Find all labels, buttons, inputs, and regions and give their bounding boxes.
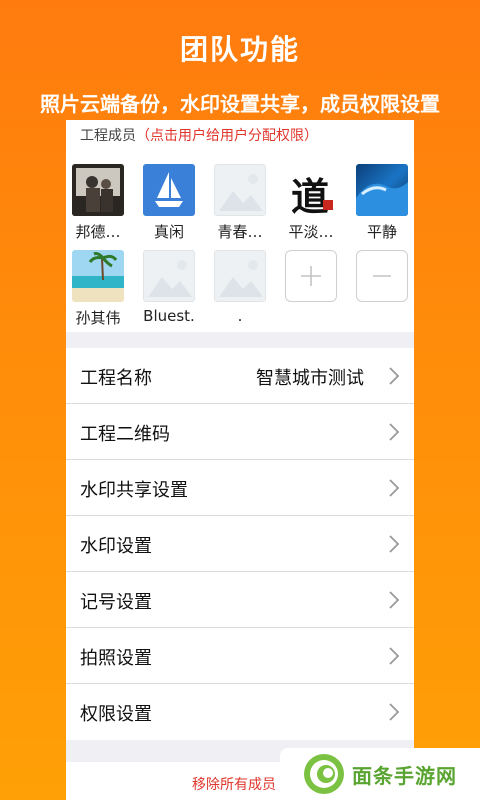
member-item[interactable]: 孙其伟	[70, 250, 126, 328]
avatar	[72, 250, 124, 302]
site-watermark-text: 面条手游网	[352, 764, 457, 788]
red-seal-icon	[323, 200, 333, 210]
chevron-right-icon	[389, 703, 400, 721]
avatar	[356, 164, 408, 216]
member-name: .	[237, 307, 243, 325]
minus-icon	[356, 250, 408, 302]
beach-image	[72, 250, 124, 302]
chevron-right-icon	[389, 591, 400, 609]
portrait-image	[72, 164, 124, 216]
chevron-right-icon	[389, 535, 400, 553]
image-placeholder-icon	[219, 260, 263, 297]
row-label: 记号设置	[80, 592, 152, 613]
member-item[interactable]: 邦德…	[70, 164, 126, 242]
app-screen: 工程成员（点击用户给用户分配权限） 邦德… 真闲 青春… 道 平淡… 平静 孙其…	[66, 120, 414, 800]
chevron-right-icon	[389, 479, 400, 497]
member-name: 真闲	[153, 223, 184, 241]
members-header-hint: （点击用户给用户分配权限）	[136, 128, 318, 144]
member-item[interactable]: 平静	[354, 164, 410, 242]
avatar	[143, 164, 195, 216]
image-placeholder-icon	[219, 174, 263, 211]
chevron-right-icon	[389, 367, 400, 385]
remove-all-button[interactable]: 移除所有成员	[192, 774, 276, 794]
chevron-right-icon	[389, 423, 400, 441]
avatar-placeholder	[214, 164, 266, 216]
member-name: Bluest.	[143, 307, 195, 325]
chevron-right-icon	[389, 647, 400, 665]
site-logo-icon	[304, 754, 344, 794]
members-header: 工程成员（点击用户给用户分配权限）	[80, 125, 318, 145]
row-label: 工程名称	[80, 368, 152, 389]
settings-row-project-name[interactable]: 工程名称 智慧城市测试	[66, 348, 414, 404]
settings-row-watermark[interactable]: 水印设置	[66, 516, 414, 572]
settings-row-qrcode[interactable]: 工程二维码	[66, 404, 414, 460]
member-item[interactable]: 真闲	[141, 164, 197, 242]
row-label: 水印共享设置	[80, 480, 188, 501]
member-item[interactable]: 青春…	[212, 164, 268, 242]
row-label: 拍照设置	[80, 648, 152, 669]
member-item[interactable]: Bluest.	[141, 250, 197, 325]
row-label: 权限设置	[80, 704, 152, 725]
member-item[interactable]: 道 平淡…	[283, 164, 339, 242]
avatar-placeholder	[214, 250, 266, 302]
member-name: 平静	[366, 223, 397, 241]
avatar	[72, 164, 124, 216]
member-item[interactable]: .	[212, 250, 268, 325]
settings-row-camera[interactable]: 拍照设置	[66, 628, 414, 684]
members-header-label: 工程成员	[80, 128, 136, 144]
settings-row-permissions[interactable]: 权限设置	[66, 684, 414, 740]
site-watermark: 面条手游网	[280, 748, 480, 800]
avatar-placeholder	[143, 250, 195, 302]
promo-title: 团队功能	[179, 33, 300, 66]
sailboat-icon	[155, 172, 183, 207]
image-placeholder-icon	[148, 260, 192, 297]
member-name: 平淡…	[288, 223, 334, 241]
member-name: 孙其伟	[75, 309, 121, 327]
remove-member-button[interactable]	[354, 250, 410, 302]
settings-row-marker[interactable]: 记号设置	[66, 572, 414, 628]
promo-subtitle: 照片云端备份，水印设置共享，成员权限设置	[40, 92, 440, 116]
member-name: 邦德…	[75, 223, 121, 241]
row-value: 智慧城市测试	[256, 368, 364, 389]
row-label: 工程二维码	[80, 424, 170, 445]
add-member-button[interactable]	[283, 250, 339, 302]
settings-list: 工程名称 智慧城市测试 工程二维码 水印共享设置 水印设置 记号设置 拍照设置 …	[66, 348, 414, 740]
row-label: 水印设置	[80, 536, 152, 557]
member-name: 青春…	[217, 223, 263, 241]
settings-row-watermark-share[interactable]: 水印共享设置	[66, 460, 414, 516]
members-card: 工程成员（点击用户给用户分配权限） 邦德… 真闲 青春… 道 平淡… 平静 孙其…	[66, 120, 414, 332]
avatar: 道	[285, 164, 337, 216]
plus-icon	[285, 250, 337, 302]
wave-image	[356, 164, 408, 216]
